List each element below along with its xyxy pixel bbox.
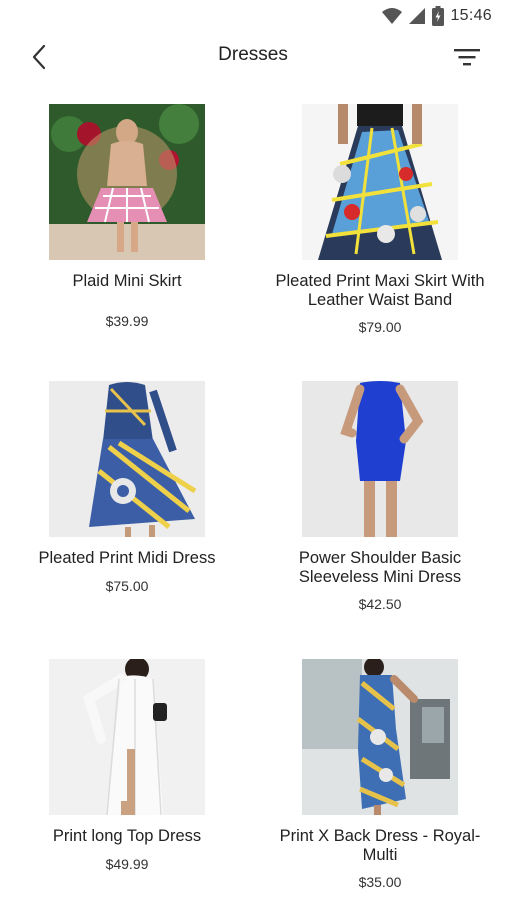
product-image[interactable] bbox=[49, 381, 205, 537]
product-image[interactable] bbox=[49, 104, 205, 260]
battery-charging-icon bbox=[432, 6, 445, 26]
product-name: Pleated Print Midi Dress bbox=[38, 549, 216, 567]
product-price: $35.00 bbox=[358, 874, 402, 890]
product-name: Pleated Print Maxi Skirt With Leather Wa… bbox=[275, 272, 485, 309]
status-icons: 15:46 bbox=[382, 6, 492, 26]
product-card[interactable]: Pleated Print Maxi Skirt With Leather Wa… bbox=[265, 104, 495, 335]
product-price: $42.50 bbox=[358, 596, 402, 612]
product-price: $79.00 bbox=[358, 319, 402, 335]
sort-filter-icon bbox=[454, 49, 480, 66]
product-price: $49.99 bbox=[105, 855, 149, 872]
product-card[interactable]: Print long Top Dress $49.99 bbox=[12, 659, 242, 872]
product-image[interactable] bbox=[302, 104, 458, 260]
product-image[interactable] bbox=[49, 659, 205, 815]
filter-button[interactable] bbox=[450, 42, 484, 72]
product-name: Plaid Mini Skirt bbox=[72, 272, 182, 290]
product-image[interactable] bbox=[302, 659, 458, 815]
wifi-icon bbox=[382, 8, 403, 24]
app-bar: Dresses bbox=[0, 32, 506, 82]
product-card[interactable]: Pleated Print Midi Dress $75.00 bbox=[12, 381, 242, 594]
product-price: $39.99 bbox=[105, 312, 149, 329]
product-card[interactable]: Power Shoulder Basic Sleeveless Mini Dre… bbox=[265, 381, 495, 612]
product-card[interactable]: Print X Back Dress - Royal-Multi $35.00 bbox=[265, 659, 495, 890]
product-card[interactable]: Plaid Mini Skirt $39.99 bbox=[12, 104, 242, 329]
product-name: Power Shoulder Basic Sleeveless Mini Dre… bbox=[298, 549, 462, 586]
page-title: Dresses bbox=[218, 44, 288, 65]
cell-signal-icon bbox=[409, 8, 426, 24]
product-name: Print X Back Dress - Royal-Multi bbox=[279, 827, 481, 864]
status-bar: 15:46 bbox=[0, 0, 506, 32]
product-name: Print long Top Dress bbox=[52, 827, 202, 845]
product-image[interactable] bbox=[302, 381, 458, 537]
product-price: $75.00 bbox=[105, 577, 149, 594]
status-time: 15:46 bbox=[450, 7, 492, 24]
